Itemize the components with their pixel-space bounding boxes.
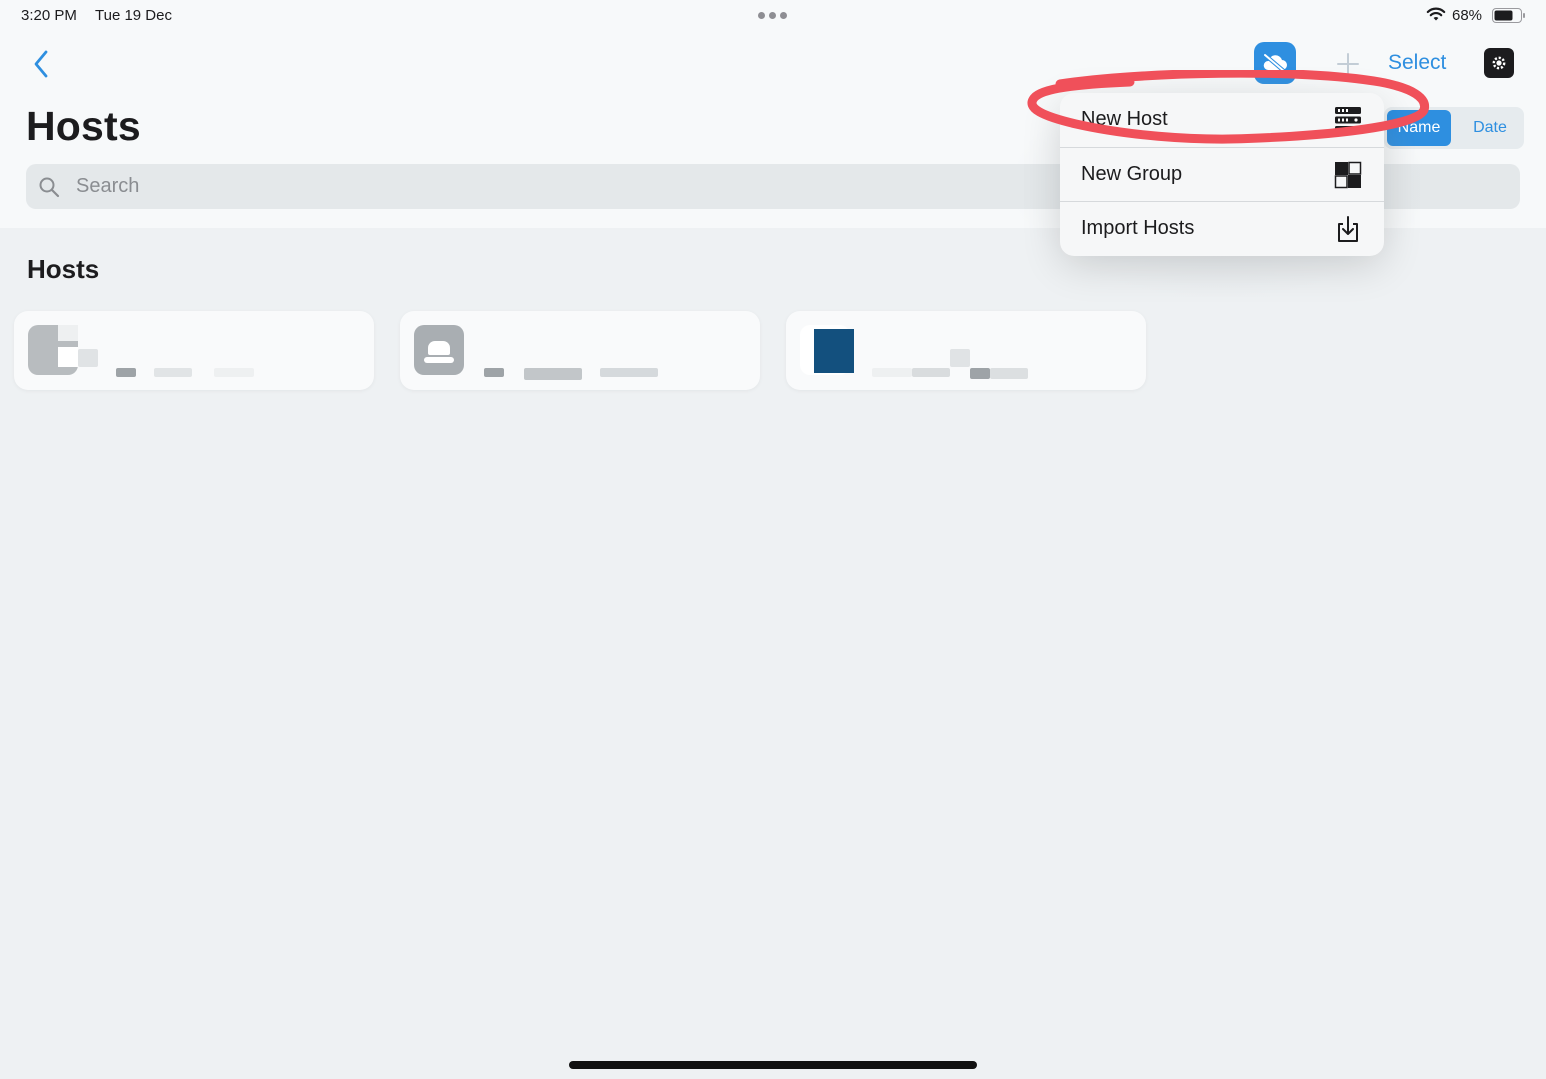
import-icon: [1338, 216, 1358, 242]
menu-item-label: New Group: [1081, 163, 1183, 185]
home-indicator[interactable]: [569, 1061, 977, 1069]
back-button[interactable]: [28, 48, 54, 80]
menu-item-label: New Host: [1081, 108, 1168, 130]
host-card[interactable]: [786, 311, 1146, 390]
status-time: 3:20 PM: [21, 7, 77, 24]
sort-by-name-button[interactable]: Name: [1387, 110, 1451, 146]
menu-item-new-host[interactable]: New Host: [1060, 93, 1384, 147]
cloud-off-icon: [1263, 53, 1287, 74]
screen: 3:20 PM Tue 19 Dec 68% Select Hosts Name…: [0, 0, 1546, 1079]
sort-by-date-button[interactable]: Date: [1462, 110, 1518, 146]
menu-item-label: Import Hosts: [1081, 217, 1195, 239]
sync-button[interactable]: [1254, 42, 1296, 84]
host-card[interactable]: [400, 311, 760, 390]
search-icon: [39, 177, 60, 198]
menu-item-new-group[interactable]: New Group: [1060, 147, 1384, 201]
group-icon: [1334, 161, 1362, 189]
host-thumbnail: [414, 325, 464, 375]
add-button[interactable]: [1334, 50, 1362, 78]
status-bar: 3:20 PM Tue 19 Dec 68%: [0, 0, 1546, 32]
plus-icon: [1337, 53, 1359, 75]
chevron-left-icon: [34, 50, 48, 78]
host-thumbnail: [800, 325, 854, 375]
menu-item-import-hosts[interactable]: Import Hosts: [1060, 201, 1384, 255]
gear-icon: [1492, 56, 1506, 70]
host-thumbnail: [28, 325, 78, 375]
select-button[interactable]: Select: [1388, 51, 1446, 75]
section-title: Hosts: [27, 254, 100, 284]
wifi-icon: [1426, 7, 1446, 21]
page-title: Hosts: [26, 103, 141, 149]
sort-segmented-control: Name Date: [1384, 107, 1524, 149]
server-icon: [1335, 107, 1361, 133]
multitasking-dots-icon[interactable]: [758, 12, 788, 20]
battery-percentage: 68%: [1452, 7, 1483, 24]
settings-button[interactable]: [1484, 48, 1514, 78]
add-menu: New Host New Group Import Hosts: [1060, 93, 1384, 256]
status-date: Tue 19 Dec: [95, 7, 172, 24]
host-card[interactable]: [14, 311, 374, 390]
battery-icon: [1492, 8, 1525, 23]
